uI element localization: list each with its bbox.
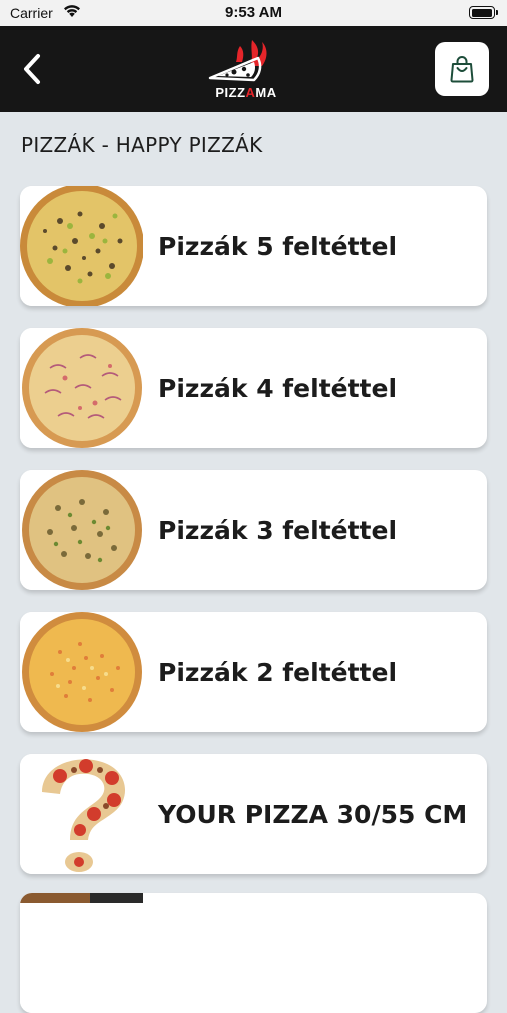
status-bar: Carrier 9:53 AM xyxy=(0,0,507,26)
logo-wordmark: PIZZAMA xyxy=(215,85,277,100)
shopping-bag-icon xyxy=(450,56,474,83)
nav-bar: PIZZAMA xyxy=(0,26,507,112)
category-card-your-pizza[interactable]: YOUR PIZZA 30/55 CM xyxy=(20,754,487,874)
battery-icon xyxy=(469,6,498,19)
page-title: PIZZÁK - HAPPY PIZZÁK xyxy=(21,133,263,157)
category-card-4-toppings[interactable]: Pizzák 4 feltéttel xyxy=(20,328,487,448)
category-label: Pizzák 3 feltéttel xyxy=(158,515,398,545)
cart-button[interactable] xyxy=(435,42,489,96)
custom-pizza-question-mark-image xyxy=(20,754,143,874)
pizza-flame-logo-icon xyxy=(208,40,267,82)
category-label: YOUR PIZZA 30/55 CM xyxy=(158,799,468,829)
pizza-3-toppings-image xyxy=(20,470,143,590)
category-label: Pizzák 2 feltéttel xyxy=(158,657,398,687)
chevron-left-icon xyxy=(24,54,40,84)
pizzama-logo: PIZZAMA xyxy=(200,36,292,102)
category-card-5-toppings[interactable]: Pizzák 5 feltéttel xyxy=(20,186,487,306)
next-category-image xyxy=(20,893,143,1013)
pizza-4-toppings-image xyxy=(20,328,143,448)
category-card-next[interactable] xyxy=(20,893,487,1013)
category-label: Pizzák 4 feltéttel xyxy=(158,373,398,403)
status-time: 9:53 AM xyxy=(225,4,282,21)
pizza-5-toppings-image xyxy=(20,186,143,306)
category-card-3-toppings[interactable]: Pizzák 3 feltéttel xyxy=(20,470,487,590)
category-card-2-toppings[interactable]: Pizzák 2 feltéttel xyxy=(20,612,487,732)
pizza-2-toppings-image xyxy=(20,612,143,732)
category-label: Pizzák 5 feltéttel xyxy=(158,231,398,261)
back-button[interactable] xyxy=(18,52,48,86)
